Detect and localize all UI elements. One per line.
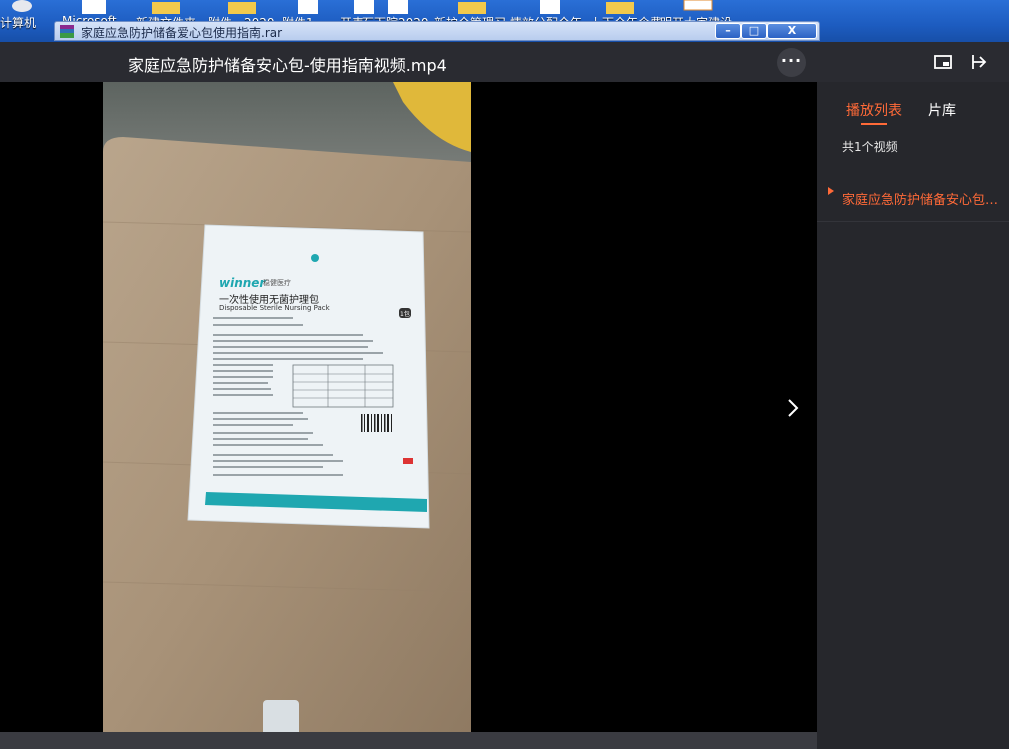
- video-frame-image: [103, 82, 471, 732]
- pack-product-name-en: Disposable Sterile Nursing Pack: [219, 304, 330, 312]
- more-options-button[interactable]: ···: [777, 48, 806, 77]
- desktop-icon-label[interactable]: 计算机: [0, 14, 36, 31]
- playlist-item-label[interactable]: 家庭应急防护储备安心包-使用指南视频.mp4: [842, 189, 1000, 208]
- nursing-pack: [187, 224, 430, 529]
- video-title: 家庭应急防护储备安心包-使用指南视频.mp4: [128, 56, 447, 75]
- archive-window-titlebar[interactable]: 家庭应急防护储备爱心包使用指南.rar – □ X: [54, 21, 820, 41]
- archive-icon: [60, 25, 74, 38]
- player-control-bar[interactable]: [0, 732, 817, 749]
- tab-library[interactable]: 片库: [928, 100, 956, 120]
- next-arrow-icon[interactable]: [782, 397, 804, 419]
- tab-playlist[interactable]: 播放列表: [846, 100, 902, 120]
- video-frame[interactable]: winner 稳健医疗 一次性使用无菌护理包 Disposable Steril…: [103, 82, 471, 732]
- playlist-panel: 播放列表 片库 共1个视频 家庭应急防护储备安心包-使用指南视频.mp4: [817, 82, 1009, 749]
- pack-brand-cn: 稳健医疗: [263, 279, 291, 287]
- pin-icon[interactable]: [969, 52, 989, 72]
- pack-brand: winner: [219, 276, 266, 290]
- maximize-button[interactable]: □: [741, 23, 767, 39]
- pack-count-badge: 1包: [400, 311, 410, 318]
- active-tab-indicator: [861, 123, 887, 125]
- video-area[interactable]: winner 稳健医疗 一次性使用无菌护理包 Disposable Steril…: [0, 82, 817, 732]
- minimize-button[interactable]: –: [715, 23, 741, 39]
- picture-in-picture-icon[interactable]: [933, 52, 953, 72]
- archive-window-title: 家庭应急防护储备爱心包使用指南.rar: [81, 26, 283, 40]
- now-playing-icon: [828, 187, 834, 195]
- video-count: 共1个视频: [842, 140, 898, 154]
- playlist-item[interactable]: 家庭应急防护储备安心包-使用指南视频.mp4: [817, 178, 1009, 222]
- desktop-background: 计算机 Microsoft... 新建文件夹 附件一2020... 附件1 开表…: [0, 0, 1009, 42]
- close-button[interactable]: X: [767, 23, 817, 39]
- player-header: 家庭应急防护储备安心包-使用指南视频.mp4 ···: [0, 42, 1009, 82]
